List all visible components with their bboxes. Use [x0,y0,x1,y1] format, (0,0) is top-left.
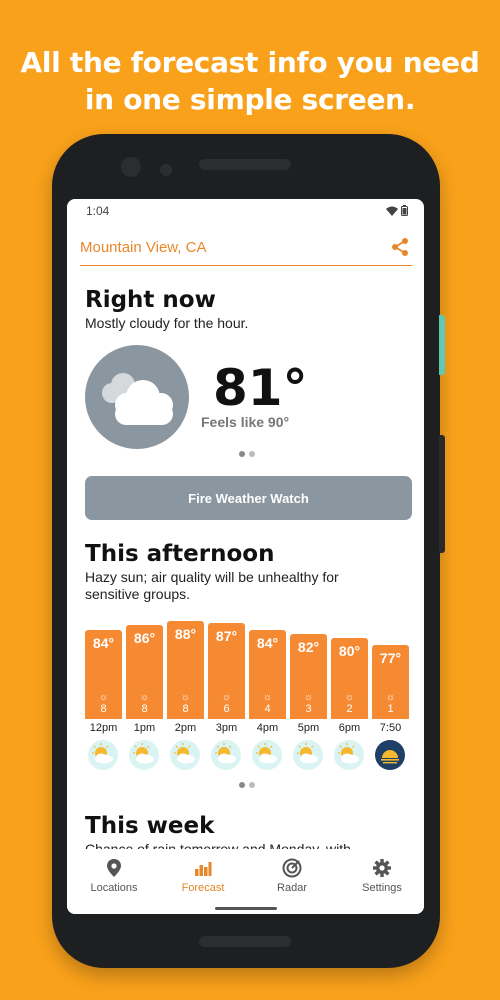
tab-label: Locations [90,882,138,894]
location-selector[interactable]: Mountain View, CA [80,239,206,256]
uv-index: ☼ 1 [372,692,409,715]
fire-weather-alert-button[interactable]: Fire Weather Watch [85,476,412,520]
hour-label: 6pm [338,722,361,734]
hourly-temperature-bars: 84° ☼ 8 86° ☼ 8 88° ☼ 8 87° ☼ 6 84° ☼ 4 82° ☼ 3 80° ☼ 2 77° ☼ 1 [85,609,410,719]
hour-label: 1pm [133,722,156,734]
current-conditions-icon [85,345,189,449]
hourly-temp: 88° [174,626,197,642]
headline-line-1: All the forecast info you need [20,46,480,79]
right-now-summary: Mostly cloudy for the hour. [85,315,249,331]
hazy-sun-icon [252,740,282,770]
battery-icon [401,205,408,216]
feels-like: Feels like 90° [201,414,290,430]
hour-label: 5pm [297,722,320,734]
hourly-temp: 84° [256,634,279,651]
uv-value: 3 [305,703,312,715]
uv-value: 8 [100,703,107,715]
hourly-bar: 88° ☼ 8 [167,621,204,719]
hour-label: 2pm [174,722,197,734]
right-now-title: Right now [85,287,216,313]
tab-radar[interactable]: Radar [247,858,337,894]
hour-label: 4pm [256,722,279,734]
afternoon-title: This afternoon [85,541,275,567]
wifi-icon [386,206,398,216]
carousel-dot [239,782,245,788]
phone-power-button [439,315,445,375]
hour-label: 7:50 [379,722,402,734]
hazy-sun-icon [170,740,200,770]
hourly-bar: 86° ☼ 8 [126,625,163,719]
hourly-temp: 87° [215,628,238,645]
tab-label: Forecast [181,882,225,894]
cloud-icon [102,373,173,425]
hourly-bar: 84° ☼ 4 [249,629,286,719]
home-indicator[interactable] [215,907,277,910]
tab-forecast[interactable]: Forecast [158,858,248,894]
tab-settings[interactable]: Settings [337,858,424,894]
hourly-condition-icons [85,740,410,770]
carousel-dots[interactable] [239,451,255,457]
carousel-dot [239,451,245,457]
hourly-bar: 77° ☼ 1 [372,645,409,719]
uv-value: 6 [223,703,230,715]
hazy-sun-icon [88,740,118,770]
carousel-dot [249,782,255,788]
share-icon[interactable] [390,237,410,257]
uv-index: ☼ 2 [331,692,368,715]
hourly-bar: 84° ☼ 8 [85,629,122,719]
hourly-bar: 82° ☼ 3 [290,634,327,719]
hourly-temp: 80° [338,643,361,660]
hour-label: 12pm [89,722,118,734]
uv-value: 4 [264,703,271,715]
hourly-bar: 80° ☼ 2 [331,638,368,719]
uv-index: ☼ 8 [126,692,163,715]
tab-label: Radar [277,882,307,894]
uv-value: 8 [182,703,189,715]
hazy-sun-icon [293,740,323,770]
location-pin-icon [107,859,121,877]
week-title: This week [85,813,215,839]
hazy-sun-icon [211,740,241,770]
hourly-temp: 84° [92,634,115,651]
promo-headline: All the forecast info you need in one si… [0,44,500,118]
bottom-navigation: Locations Forecast Radar Settings [67,849,424,914]
hourly-bar: 87° ☼ 6 [208,623,245,719]
hourly-times: 12pm 1pm 2pm 3pm 4pm 5pm 6pm 7:50 [85,722,410,736]
uv-index: ☼ 6 [208,692,245,715]
front-camera [121,157,141,177]
bar-chart-icon [195,862,212,876]
uv-value: 8 [141,703,148,715]
hourly-temp: 77° [379,650,402,666]
afternoon-summary: Hazy sun; air quality will be unhealthy … [85,569,339,602]
hour-label: 3pm [215,722,238,734]
carousel-dot [249,451,255,457]
current-temperature: 81° [213,359,308,417]
hourly-temp: 86° [133,630,156,647]
uv-value: 2 [346,703,353,715]
location-underline [80,265,412,266]
hazy-sun-icon [334,740,364,770]
headline-line-2: in one simple screen. [84,83,416,116]
uv-value: 1 [387,703,394,715]
tab-label: Settings [362,882,402,894]
uv-index: ☼ 8 [85,692,122,715]
status-bar: 1:04 [86,204,408,220]
uv-index: ☼ 3 [290,692,327,715]
front-sensor [160,164,172,176]
app-screen: 1:04 Mountain View, CA Right now Mostly … [67,199,424,914]
radar-icon [282,858,302,878]
uv-index: ☼ 8 [167,692,204,715]
hazy-sun-icon [129,740,159,770]
earpiece-speaker [199,159,291,170]
uv-index: ☼ 4 [249,692,286,715]
tab-locations[interactable]: Locations [69,858,159,894]
gear-icon [373,859,391,877]
hourly-carousel-dots[interactable] [239,782,255,788]
bottom-speaker [199,936,291,947]
status-time: 1:04 [86,204,110,218]
hourly-temp: 82° [297,639,320,656]
sunset-icon [375,740,405,770]
phone-volume-button [439,435,445,553]
